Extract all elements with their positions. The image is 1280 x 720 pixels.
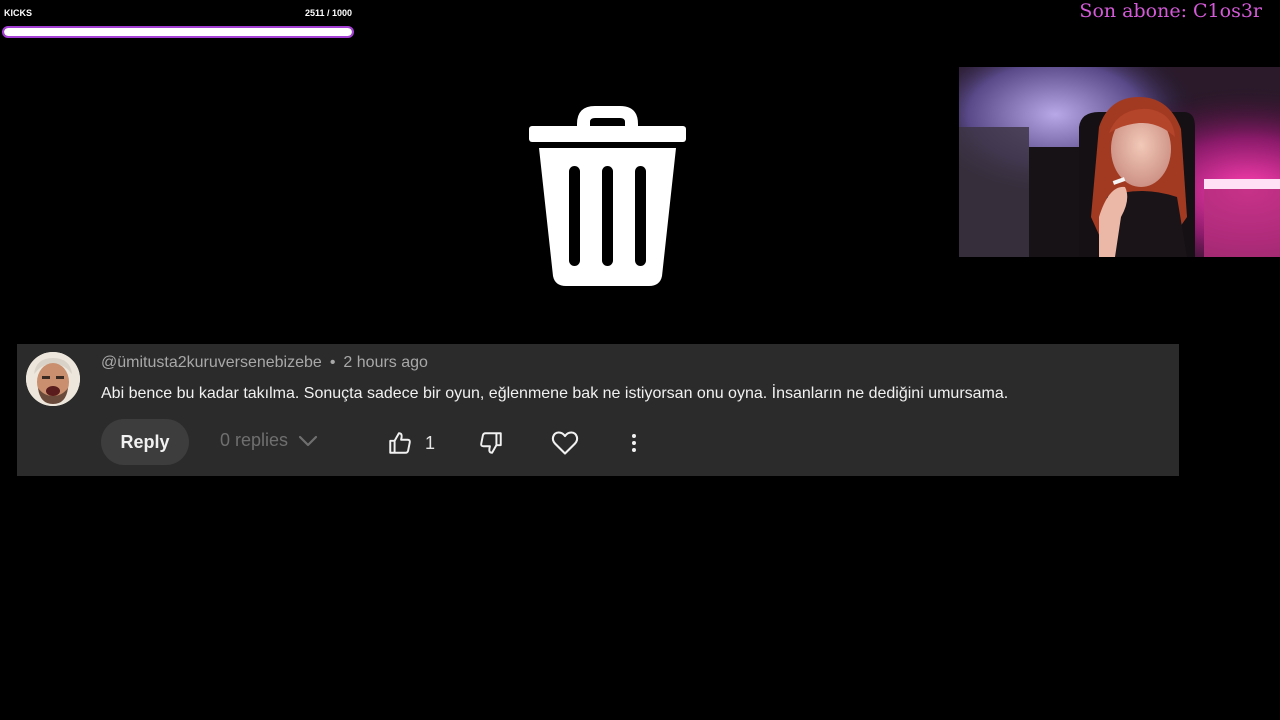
like-count: 1 <box>425 432 436 453</box>
stream-overlay: KICKS 2511 / 1000 Son abone: C1os3r @ümi… <box>0 0 1280 720</box>
separator-dot: • <box>329 354 336 371</box>
thumbs-down-icon <box>478 430 504 456</box>
chevron-down-icon <box>298 435 318 447</box>
webcam-feed <box>959 67 1280 257</box>
reply-button[interactable]: Reply <box>101 419 189 465</box>
comment-author[interactable]: @ümitusta2kuruversenebizebe <box>101 354 322 371</box>
like-button[interactable]: 1 <box>387 428 435 458</box>
comment-text: Abi bence bu kadar takılma. Sonuçta sade… <box>101 385 1009 402</box>
comment-header: @ümitusta2kuruversenebizebe • 2 hours ago <box>101 354 428 372</box>
latest-subscriber: Son abone: C1os3r <box>1079 0 1262 22</box>
more-vertical-icon <box>629 432 639 454</box>
kicks-progress-fill <box>4 28 352 36</box>
avatar[interactable] <box>26 352 80 406</box>
more-options-button[interactable] <box>629 428 639 458</box>
thumbs-up-icon <box>387 430 413 456</box>
comment-card: @ümitusta2kuruversenebizebe • 2 hours ago … <box>17 344 1179 476</box>
replies-toggle[interactable]: 0 replies <box>220 430 318 451</box>
dislike-button[interactable] <box>478 428 504 458</box>
kicks-label: KICKS <box>4 8 33 18</box>
trash-icon <box>529 106 686 286</box>
replies-label: 0 replies <box>220 430 289 450</box>
kicks-value: 2511 / 1000 <box>304 8 352 18</box>
heart-icon <box>551 430 579 456</box>
kicks-progress-bar <box>2 26 354 38</box>
kicks-goal: KICKS 2511 / 1000 <box>2 8 354 38</box>
comment-time[interactable]: 2 hours ago <box>343 354 428 371</box>
heart-button[interactable] <box>551 428 579 458</box>
